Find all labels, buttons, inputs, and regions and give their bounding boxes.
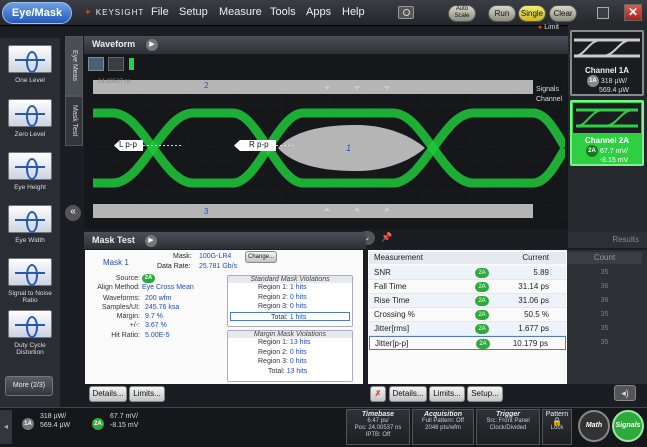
mask-limits-button[interactable]: Limits...: [129, 386, 165, 402]
one-level-icon: [8, 45, 52, 73]
pattern-lock-box[interactable]: Pattern 🔒 Lock: [542, 409, 572, 445]
eye-mask-mode-button[interactable]: Eye/Mask: [2, 2, 72, 24]
mask-test-play-icon[interactable]: ▶: [145, 235, 157, 247]
timestamp-label: 24.00537 ns: [98, 79, 132, 85]
mask-test-title: Mask Test: [92, 235, 135, 245]
waveform-title: Waveform: [92, 39, 136, 49]
pin-icon[interactable]: 📌: [381, 232, 392, 243]
mask-region-2: [93, 80, 533, 94]
eye-diagram[interactable]: [93, 77, 565, 219]
zero-level-icon: [8, 99, 52, 127]
measurement-row[interactable]: Jitter[rms] 2A 1.677 ps: [369, 322, 566, 336]
standard-violations-header: Standard Mask Violations: [228, 276, 352, 283]
menu-apps[interactable]: Apps: [306, 6, 331, 18]
mask-test-panel: Mask 1 Mask: 100G-LR4 Change... Data Rat…: [85, 250, 363, 384]
channel-1a-thumbnail: [573, 38, 640, 58]
channel-1a-card[interactable]: Channel 1A 1A 318 µW/ 569.4 µW: [570, 30, 644, 96]
signals-button[interactable]: Signals: [612, 410, 644, 442]
mask-region-3: [93, 204, 533, 218]
keysight-logo: ✦ KEYSIGHT: [84, 7, 145, 17]
duty-cycle-tool[interactable]: Duty Cycle Distortion: [5, 310, 55, 362]
eye-height-icon: [8, 152, 52, 180]
signals-channel-label: Signals Channel: [536, 86, 563, 103]
mask-value: 100G-LR4: [199, 253, 232, 260]
region-2-label: 2: [204, 81, 209, 90]
eye-height-tool[interactable]: Eye Height: [5, 152, 55, 204]
autoscale-button[interactable]: Auto Scale: [448, 5, 476, 22]
meas-details-button[interactable]: Details...: [389, 386, 427, 402]
menu-tools[interactable]: Tools: [270, 6, 296, 18]
limit-indicator: ● Limit: [538, 24, 559, 31]
measurement-table-header: Measurement Current: [369, 252, 566, 264]
eye-width-tool[interactable]: Eye Width: [5, 205, 55, 257]
clear-button[interactable]: Clear: [549, 5, 577, 22]
zero-level-tool[interactable]: Zero Level: [5, 99, 55, 151]
count-header: Count: [567, 252, 642, 264]
math-button[interactable]: Math: [578, 410, 610, 442]
close-button[interactable]: ✕: [624, 4, 642, 21]
lock-icon: 🔒: [552, 417, 562, 426]
measurement-row[interactable]: Rise Time 2A 31.06 ps: [369, 294, 566, 308]
region-1-label: 1: [346, 143, 352, 153]
camera-icon[interactable]: [398, 6, 414, 19]
right-pp-label: R p-p: [249, 140, 269, 149]
acquisition-box[interactable]: Acquisition Full Pattern: Off 2048 pts/w…: [412, 409, 474, 445]
status-channel-1a[interactable]: 1A 318 µW/ 569.4 µW: [22, 412, 70, 430]
tab-mask-test[interactable]: Mask Test: [65, 96, 83, 146]
measurement-row[interactable]: Fall Time 2A 31.14 ps: [369, 280, 566, 294]
minimize-icon[interactable]: [597, 7, 609, 19]
source-badge: 2A: [142, 274, 155, 283]
channel-2a-card[interactable]: Channel 2A 2A 67.7 mV/ -8.15 mV: [570, 100, 644, 166]
data-rate-value: 25.781 Gb/s: [199, 263, 238, 270]
one-level-tool[interactable]: One Level: [5, 45, 55, 97]
tab-eye-meas[interactable]: Eye Meas: [65, 36, 83, 96]
delete-measurement-button[interactable]: ✗: [370, 386, 386, 402]
snr-tool[interactable]: Signal to Noise Ratio: [5, 258, 55, 310]
grid-view-icon[interactable]: [88, 57, 104, 71]
eye-width-icon: [8, 205, 52, 233]
waveform-play-icon[interactable]: ▶: [146, 39, 158, 51]
results-label[interactable]: Results: [568, 232, 647, 248]
split-view-icon[interactable]: [108, 57, 124, 71]
trigger-box[interactable]: Trigger Src: Front Panel Clock/Divided: [476, 409, 540, 445]
more-button[interactable]: More (2/3): [5, 376, 53, 396]
channel-2a-name: Channel 2A: [584, 136, 629, 145]
data-rate-label: Data Rate:: [157, 263, 191, 270]
channel-2a-badge: 2A: [586, 145, 599, 157]
channel-2a-thumbnail: [573, 103, 641, 133]
count-column: Count 35 36 36 35 35 35: [567, 250, 647, 384]
left-pp-label: L p-p: [119, 140, 137, 149]
snr-icon: [8, 258, 52, 286]
menu-help[interactable]: Help: [342, 6, 365, 18]
margin-violations-box: Margin Mask Violations Region 1: 13 hits…: [227, 330, 353, 382]
mask-test-header: Mask Test: [84, 232, 366, 249]
measurement-row-selected[interactable]: Jitter[p-p] 2A 10.179 ps: [369, 336, 566, 350]
trace-status-icon: [129, 58, 134, 70]
channel-1a-name: Channel 1A: [584, 66, 629, 75]
menu-setup[interactable]: Setup: [179, 6, 208, 18]
channel-1a-badge: 1A: [586, 75, 599, 87]
mask-details-button[interactable]: Details...: [89, 386, 127, 402]
status-left-arrow-icon[interactable]: ◂: [0, 410, 12, 444]
mask-label: Mask:: [173, 253, 192, 260]
single-button[interactable]: Single: [518, 5, 546, 22]
region-3-label: 3: [204, 207, 209, 216]
measurement-row[interactable]: SNR 2A 5.89: [369, 266, 566, 280]
collapse-panel-button[interactable]: «: [65, 205, 81, 221]
measurement-row[interactable]: Crossing % 2A 50.5 %: [369, 308, 566, 322]
margin-violations-header: Margin Mask Violations: [228, 331, 352, 338]
run-button[interactable]: Run: [488, 5, 516, 22]
mask-name: Mask 1: [103, 258, 129, 267]
duty-cycle-icon: [8, 310, 52, 338]
meas-limits-button[interactable]: Limits...: [429, 386, 465, 402]
change-mask-button[interactable]: Change...: [245, 251, 277, 263]
menu-file[interactable]: File: [151, 6, 169, 18]
standard-violations-box: Standard Mask Violations Region 1: 1 hit…: [227, 275, 353, 327]
timebase-box[interactable]: Timebase 6.47 ps/ Pos: 24.00537 ns IPTB:…: [346, 409, 410, 445]
measurement-table: Measurement Current SNR 2A 5.89 Fall Time 2…: [368, 250, 567, 384]
menu-measure[interactable]: Measure: [219, 6, 262, 18]
speaker-icon[interactable]: ◂): [614, 385, 636, 401]
status-channel-2a[interactable]: 2A 67.7 mV/ -8.15 mV: [92, 412, 138, 430]
meas-setup-button[interactable]: Setup...: [467, 386, 503, 402]
